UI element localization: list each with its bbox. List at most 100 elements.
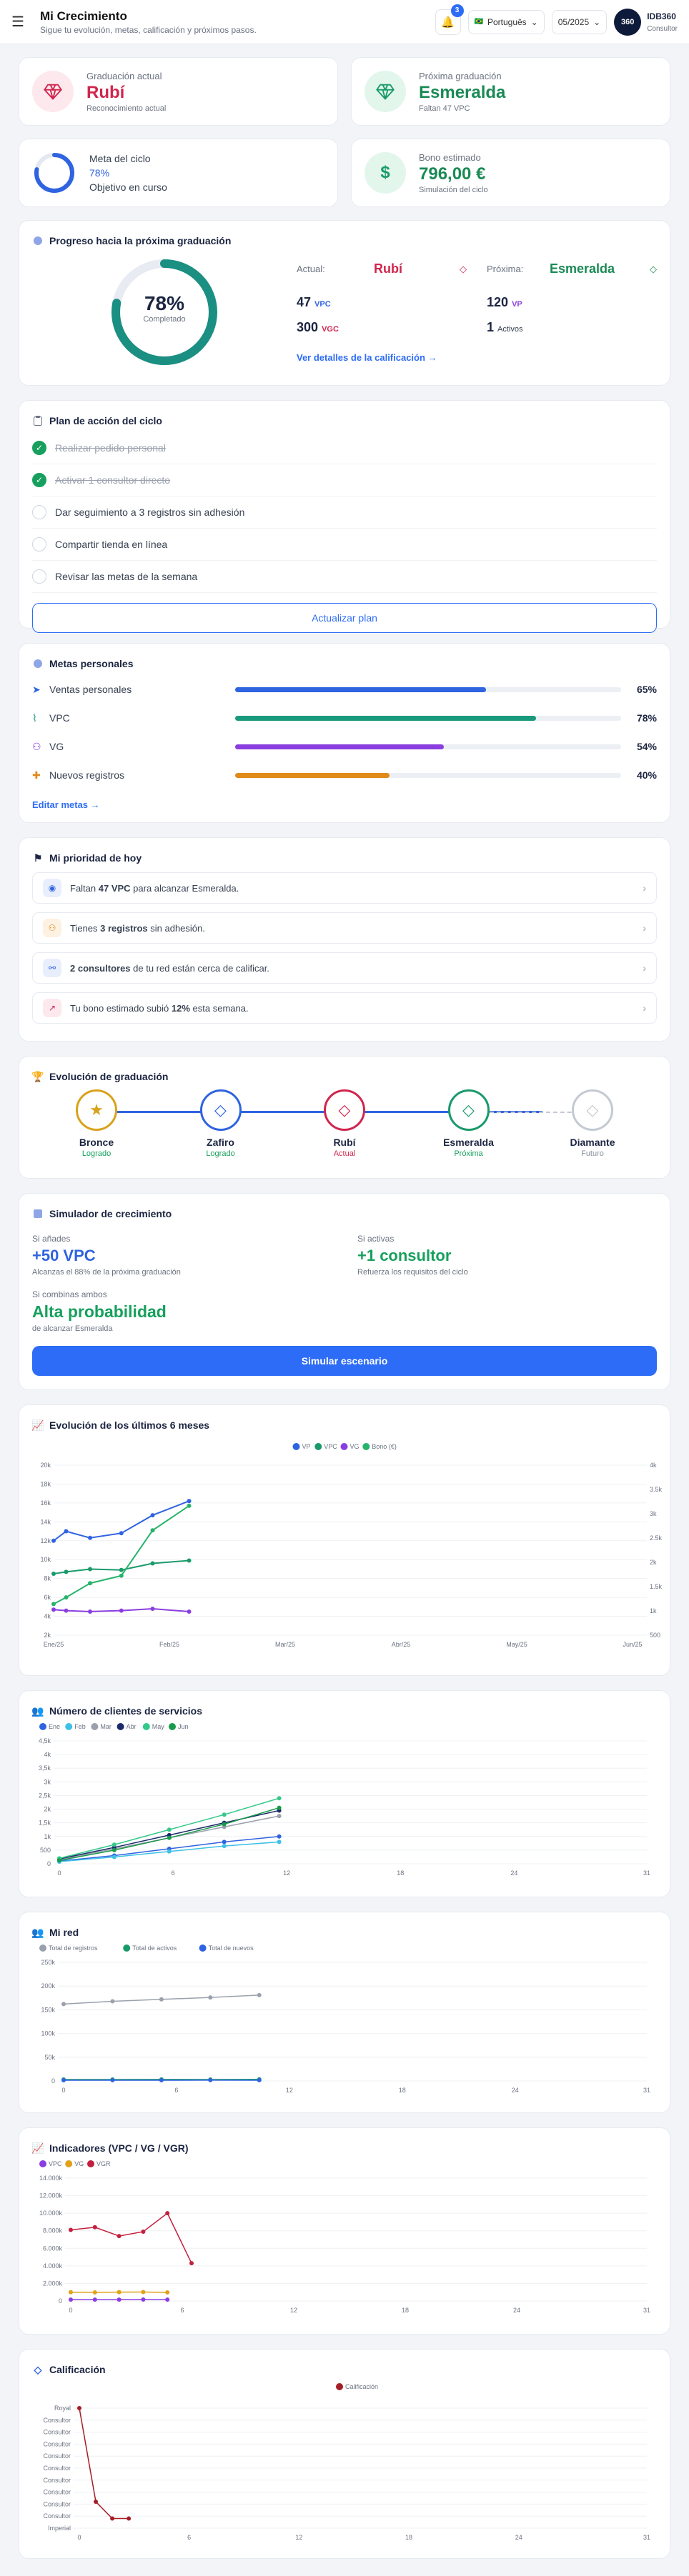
language-select[interactable]: 🇧🇷 Português ⌄ [467, 9, 545, 34]
simulate-scenario-button[interactable]: Simular escenario [32, 1346, 657, 1376]
x-tick-label: 18 [399, 2087, 406, 2094]
next-vp: 120 VP [487, 295, 522, 309]
data-point [64, 1595, 69, 1600]
legend-label: VPC [49, 2160, 62, 2167]
y-tick-label: 200k [41, 1982, 55, 1990]
checkbox[interactable]: ✓ [32, 441, 46, 455]
y-tick-label: Consultor [43, 2477, 71, 2484]
priority-item[interactable]: ◉ Faltan 47 VPC para alcanzar Esmeralda. › [32, 872, 657, 904]
legend-swatch [39, 2160, 46, 2167]
plan-item-label: Compartir tienda en línea [55, 539, 168, 550]
bonus-card: $ Bono estimado 796,00 € Simulación del … [351, 139, 670, 207]
data-point [111, 1854, 117, 1859]
notifications-button[interactable]: 🔔 3 [435, 4, 464, 35]
evolution-6m-chart: VP VPC VG Bono (€) 20k 18k 16k 14k 12k 10k 8k 6k 4k 2… [40, 1443, 663, 1648]
next-active: 1 Activos [487, 320, 523, 334]
data-point [110, 1999, 115, 2004]
dollar-icon: $ [365, 152, 406, 194]
priority-text: 2 consultores de tu red están cerca de c… [70, 962, 269, 974]
legend-swatch [199, 1945, 207, 1952]
priority-text: Faltan 47 VPC para alcanzar Esmeralda. [70, 882, 239, 894]
chart-title-evo6: 📈 Evolución de los últimos 6 meses [31, 1419, 210, 1432]
checkbox[interactable] [32, 505, 46, 519]
legend-label: Jun [178, 1723, 189, 1730]
priority-item[interactable]: ⚯ 2 consultores de tu red están cerca de … [32, 952, 657, 984]
y2-tick-label: 3.5k [650, 1486, 663, 1493]
edit-goals-link[interactable]: Editar metas → [32, 799, 657, 810]
data-point [150, 1513, 155, 1518]
plan-item[interactable]: Compartir tienda en línea [32, 529, 657, 561]
plan-item[interactable]: Dar seguimiento a 3 registros sin adhesi… [32, 496, 657, 529]
period-value: 05/2025 [557, 16, 590, 27]
users-icon: 👥 [31, 1704, 44, 1717]
update-plan-button[interactable]: Actualizar plan [32, 603, 657, 633]
qualification-details-link[interactable]: Ver detalles de la calificación → [297, 352, 657, 363]
step-name: Rubí [333, 1137, 356, 1148]
x-tick-label: 24 [512, 2087, 519, 2094]
y-tick-label: 10.000k [39, 2210, 63, 2217]
legend-label: Abr [127, 1723, 137, 1730]
x-tick-label: 6 [187, 2534, 191, 2541]
chart-title-net: 👥 Mi red [31, 1926, 79, 1939]
legend-swatch [292, 1443, 300, 1450]
legend-label: VP [302, 1443, 311, 1450]
send-icon: ➤ [32, 683, 41, 695]
x-tick-label: Feb/25 [159, 1641, 179, 1648]
x-tick-label: 12 [290, 2307, 297, 2314]
data-point [69, 2290, 73, 2295]
gem-icon: ◇ [324, 1089, 365, 1131]
legend-label: VGR [96, 2160, 111, 2167]
x-tick-label: 6 [172, 1869, 175, 1877]
legend-label: Ene [49, 1723, 60, 1730]
series-line [53, 1505, 190, 1605]
step-status: Actual [333, 1149, 356, 1158]
user-info[interactable]: IDB360 Consultor [647, 11, 678, 33]
checkbox[interactable] [32, 537, 46, 551]
avatar[interactable]: 360 [614, 8, 642, 36]
next-label: Próxima: [487, 264, 524, 274]
qualification-chart: Calificación Royal Consultor Consultor Consu… [43, 2383, 650, 2541]
y-tick-label: 8.000k [43, 2227, 63, 2235]
y-tick-label: Royal [54, 2405, 71, 2412]
hamburger-menu-icon[interactable]: ☰ [11, 13, 31, 31]
y-tick-label: 6k [44, 1594, 51, 1601]
indicators-chart: VPC VG VGR 14.000k 12.000k 10.000k 8.000k 6.000… [39, 2160, 650, 2314]
x-tick-label: 0 [61, 2087, 65, 2094]
y-tick-label: Consultor [43, 2500, 71, 2507]
personal-goals-card: Metas personales ➤ Ventas personales 65% ⌇ V… [19, 643, 670, 823]
notification-count-badge: 3 [450, 4, 464, 17]
y-tick-label: 18k [40, 1480, 51, 1487]
data-point [150, 1528, 155, 1533]
current-label: Actual: [297, 264, 325, 274]
trophy-icon: 🏆 [31, 1070, 44, 1082]
y-tick-label: 20k [40, 1462, 51, 1469]
users-icon: ⚇ [32, 740, 41, 752]
evolution-title: 🏆 Evolución de graduación [31, 1070, 169, 1083]
chart-title-qual: ◇ Calificación [32, 2364, 657, 2376]
sim-b-label: Si activas [357, 1234, 395, 1244]
chart-title-ind: 📈 Indicadores (VPC / VG / VGR) [31, 2142, 189, 2155]
priority-item[interactable]: ↗ Tu bono estimado subió 12% esta semana.… [32, 992, 657, 1024]
cycle-goal-card: Meta del ciclo 78% Objetivo en curso [19, 139, 338, 207]
period-select[interactable]: 05/2025 ⌄ [551, 9, 608, 34]
legend-swatch [87, 2160, 94, 2167]
checkbox[interactable]: ✓ [32, 473, 46, 487]
next-grad-value: Esmeralda [419, 82, 506, 102]
plan-item[interactable]: Revisar las metas de la semana [32, 561, 657, 593]
priority-item[interactable]: ⚇ Tienes 3 registros sin adhesión. › [32, 912, 657, 944]
checkbox[interactable] [32, 569, 46, 584]
goal-percent: 40% [636, 769, 657, 781]
series-line [70, 2212, 192, 2264]
plan-item[interactable]: ✓ Realizar pedido personal [32, 432, 657, 464]
plan-item[interactable]: ✓ Activar 1 consultor directo [32, 464, 657, 496]
y-tick-label: Consultor [43, 2512, 71, 2520]
sim-c-sub: de alcanzar Esmeralda [32, 1324, 113, 1333]
data-point [187, 1558, 192, 1563]
data-point [277, 1796, 282, 1801]
gem-icon: ◇ [572, 1089, 613, 1131]
y-tick-label: 0 [51, 2077, 55, 2085]
chevron-down-icon: ⌄ [530, 16, 538, 27]
progress-title: Progreso hacia la próxima graduación [32, 235, 657, 246]
legend-label: Total de nuevos [209, 1945, 254, 1952]
step-status: Logrado [81, 1149, 111, 1158]
